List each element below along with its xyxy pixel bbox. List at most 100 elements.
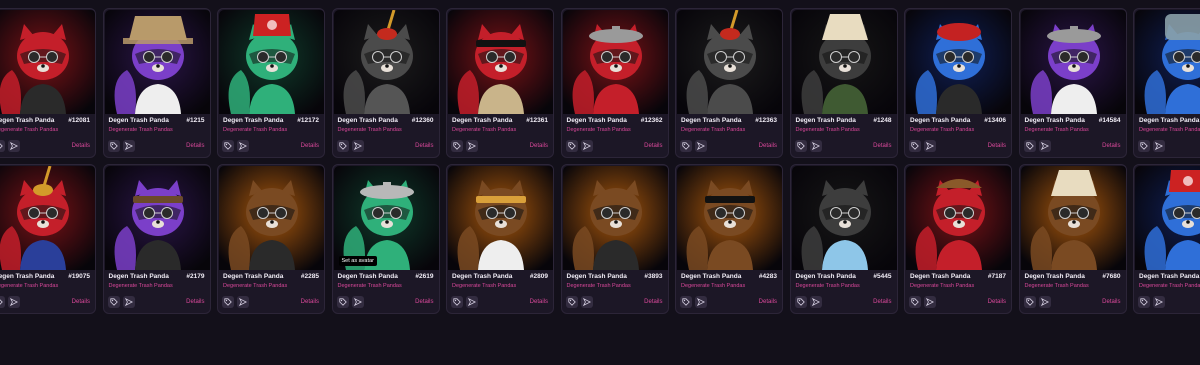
nft-image[interactable] xyxy=(562,10,668,114)
send-button[interactable] xyxy=(122,140,135,152)
tag-button[interactable] xyxy=(451,140,463,152)
send-button[interactable] xyxy=(695,296,707,308)
details-link[interactable]: Details xyxy=(988,143,1006,149)
tag-button[interactable] xyxy=(794,296,807,308)
send-button[interactable] xyxy=(351,296,364,308)
details-link[interactable]: Details xyxy=(644,143,662,149)
send-button[interactable] xyxy=(1038,296,1051,308)
nft-image[interactable] xyxy=(219,10,324,114)
nft-image[interactable] xyxy=(1020,166,1126,270)
tag-button[interactable] xyxy=(1023,296,1036,308)
nft-card[interactable]: Degen Trash Panda #7680 Degenerate Trash… xyxy=(1018,164,1127,314)
nft-card[interactable]: Degen Trash Panda #12081 Degenerate Tras… xyxy=(0,8,96,158)
nft-image[interactable] xyxy=(677,166,782,270)
nft-image[interactable] xyxy=(333,166,439,270)
details-link[interactable]: Details xyxy=(415,143,433,149)
nft-card[interactable]: Degen Trash Panda #1248 Degenerate Trash… xyxy=(789,8,898,158)
send-button[interactable] xyxy=(466,140,478,152)
tag-button[interactable] xyxy=(336,296,349,308)
details-link[interactable]: Details xyxy=(301,299,319,305)
nft-image[interactable] xyxy=(0,10,95,114)
details-link[interactable]: Details xyxy=(873,143,891,149)
details-link[interactable]: Details xyxy=(759,143,777,149)
nft-image[interactable] xyxy=(104,166,210,270)
nft-image[interactable] xyxy=(906,166,1011,270)
details-link[interactable]: Details xyxy=(873,299,891,305)
details-link[interactable]: Details xyxy=(72,299,90,305)
send-button[interactable] xyxy=(809,140,822,152)
nft-image[interactable] xyxy=(219,166,324,270)
tag-button[interactable] xyxy=(565,140,578,152)
nft-card[interactable]: Degen Trash Panda #2285 Degenerate Trash… xyxy=(217,164,325,314)
send-button[interactable] xyxy=(122,296,135,308)
nft-card[interactable]: Degen Trash Panda #19075 Degenerate Tras… xyxy=(0,164,96,314)
send-button[interactable] xyxy=(8,140,20,152)
send-button[interactable] xyxy=(237,296,249,308)
send-button[interactable] xyxy=(1153,140,1165,152)
nft-card[interactable]: Degen Trash Panda #7187 Degenerate Trash… xyxy=(904,164,1012,314)
details-link[interactable]: Details xyxy=(415,299,433,305)
nft-card[interactable]: Degen Trash Panda #12172 Degenerate Tras… xyxy=(217,8,325,158)
tag-button[interactable] xyxy=(909,140,921,152)
send-button[interactable] xyxy=(695,140,707,152)
tag-button[interactable] xyxy=(222,296,234,308)
nft-image[interactable] xyxy=(791,166,897,270)
tag-button[interactable] xyxy=(909,296,921,308)
nft-image[interactable] xyxy=(448,10,553,114)
nft-image[interactable] xyxy=(333,10,439,114)
details-link[interactable]: Details xyxy=(530,143,548,149)
send-button[interactable] xyxy=(809,296,822,308)
tag-button[interactable] xyxy=(451,296,463,308)
tag-button[interactable] xyxy=(107,140,120,152)
send-button[interactable] xyxy=(237,140,249,152)
nft-card[interactable]: Degen Trash Panda #2619 Degenerate Trash… xyxy=(331,164,440,314)
nft-image[interactable] xyxy=(1135,166,1200,270)
nft-card[interactable]: Degen Trash Panda #2809 Degenerate Trash… xyxy=(446,164,554,314)
send-button[interactable] xyxy=(580,140,593,152)
nft-card[interactable]: Degen Trash Panda #12362 Degenerate Tras… xyxy=(560,8,669,158)
tag-button[interactable] xyxy=(107,296,120,308)
send-button[interactable] xyxy=(924,296,936,308)
nft-image[interactable] xyxy=(0,166,95,270)
details-link[interactable]: Details xyxy=(644,299,662,305)
tag-button[interactable] xyxy=(1023,140,1036,152)
nft-card[interactable]: Degen Trash Panda #1215 Degenerate Trash… xyxy=(102,8,211,158)
details-link[interactable]: Details xyxy=(530,299,548,305)
nft-image[interactable] xyxy=(906,10,1011,114)
nft-image[interactable] xyxy=(791,10,897,114)
nft-image[interactable] xyxy=(104,10,210,114)
details-link[interactable]: Details xyxy=(1102,299,1120,305)
tag-button[interactable] xyxy=(680,140,692,152)
details-link[interactable]: Details xyxy=(186,299,204,305)
tag-button[interactable] xyxy=(1138,296,1150,308)
tag-button[interactable] xyxy=(1138,140,1150,152)
nft-card[interactable]: Degen Trash Panda #12360 Degenerate Tras… xyxy=(331,8,440,158)
nft-image[interactable] xyxy=(1135,10,1200,114)
tag-button[interactable] xyxy=(0,140,5,152)
details-link[interactable]: Details xyxy=(988,299,1006,305)
nft-image[interactable] xyxy=(562,166,668,270)
nft-image[interactable] xyxy=(448,166,553,270)
send-button[interactable] xyxy=(1038,140,1051,152)
nft-card[interactable]: Degen Trash Panda #14584 Degenerate Tras… xyxy=(1018,8,1127,158)
nft-card[interactable]: Degen Trash Panda #5445 Degenerate Trash… xyxy=(789,164,898,314)
nft-image[interactable] xyxy=(677,10,782,114)
tag-button[interactable] xyxy=(680,296,692,308)
tag-button[interactable] xyxy=(222,140,234,152)
tag-button[interactable] xyxy=(794,140,807,152)
send-button[interactable] xyxy=(580,296,593,308)
send-button[interactable] xyxy=(924,140,936,152)
nft-card[interactable]: Degen Trash Panda #13406 Degenerate Tras… xyxy=(904,8,1012,158)
send-button[interactable] xyxy=(351,140,364,152)
tag-button[interactable] xyxy=(0,296,5,308)
nft-card[interactable]: Degen Trash Panda #12361 Degenerate Tras… xyxy=(446,8,554,158)
nft-card[interactable]: Degen Trash Panda #4283 Degenerate Trash… xyxy=(675,164,783,314)
nft-card[interactable]: Degen Trash Panda #3893 Degenerate Trash… xyxy=(560,164,669,314)
tag-button[interactable] xyxy=(565,296,578,308)
details-link[interactable]: Details xyxy=(186,143,204,149)
details-link[interactable]: Details xyxy=(301,143,319,149)
nft-card[interactable]: Degen Trash Panda #2179 Degenerate Trash… xyxy=(102,164,211,314)
nft-image[interactable] xyxy=(1020,10,1126,114)
send-button[interactable] xyxy=(8,296,20,308)
details-link[interactable]: Details xyxy=(759,299,777,305)
